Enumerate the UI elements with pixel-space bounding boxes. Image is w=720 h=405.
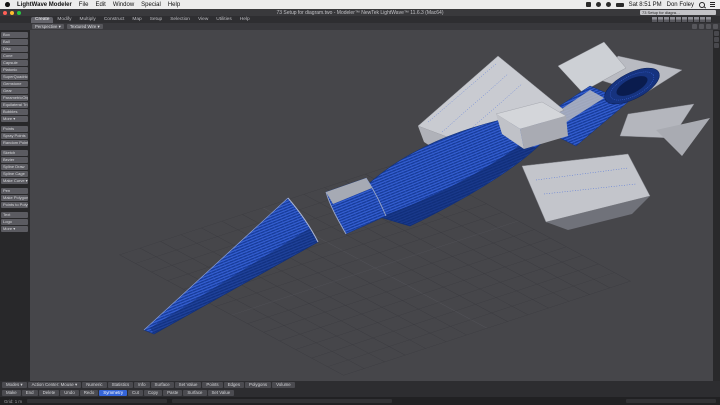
bottom-tool-row-2: MakeEndDeleteUndoRedoSymmetryCutCopyPast… <box>0 389 720 397</box>
tool-button[interactable]: Make Polygon <box>1 195 28 201</box>
bottom-tool-button[interactable]: End <box>22 390 38 396</box>
tool-button[interactable]: More ▾ <box>1 226 28 232</box>
bottom-tool-button[interactable]: Set Value <box>175 382 202 388</box>
tool-button[interactable]: Platonic <box>1 67 28 73</box>
tool-button[interactable]: Spline Cage <box>1 171 28 177</box>
tool-button[interactable]: Bezier <box>1 157 28 163</box>
tool-sidebar: BoxBallDiscConeCapsulePlatonicSuperQuadr… <box>0 30 30 381</box>
bottom-tool-button[interactable]: Cut <box>128 390 143 396</box>
window-title: 73 Setup for diagram.two - Modeler™ NewT… <box>0 10 720 16</box>
bottom-tool-button[interactable]: Redo <box>80 390 99 396</box>
viewport-nav-icons <box>692 24 718 29</box>
aircraft-model <box>144 42 710 334</box>
viewport-tool-row: Perspective ▾ Textured Wire ▾ <box>0 23 720 30</box>
bottom-tool-button[interactable]: Set Value <box>208 390 235 396</box>
tool-button[interactable]: Points <box>1 126 28 132</box>
perspective-viewport[interactable] <box>30 30 713 381</box>
edge-button[interactable] <box>714 37 719 42</box>
notification-center-icon[interactable] <box>710 2 715 7</box>
edge-button[interactable] <box>714 31 719 36</box>
spotlight-icon[interactable] <box>699 2 705 8</box>
tool-button[interactable]: SuperQuadric <box>1 74 28 80</box>
tool-button[interactable]: Logo <box>1 219 28 225</box>
tool-button[interactable]: Spline Draw <box>1 164 28 170</box>
bottom-tool-button[interactable]: Polygons <box>245 382 271 388</box>
right-edge-strip <box>713 30 720 381</box>
wifi-icon[interactable] <box>606 2 611 7</box>
tool-button[interactable]: Gemstone <box>1 81 28 87</box>
tool-button[interactable]: Spray Points <box>1 133 28 139</box>
tool-button[interactable]: Make Curve ▾ <box>1 178 28 184</box>
apple-menu-icon[interactable] <box>5 2 10 7</box>
zoom-icon[interactable] <box>706 24 711 29</box>
status-bar: Grid: 1 m <box>0 397 720 405</box>
menu-items: File Edit Window Special Help <box>79 2 180 8</box>
bluetooth-icon[interactable] <box>596 2 601 7</box>
menu-bar-user[interactable]: Don Foley <box>667 2 694 8</box>
edge-button[interactable] <box>714 43 719 48</box>
layer-buttons <box>652 17 712 22</box>
bottom-tool-button[interactable]: Statistics <box>108 382 134 388</box>
rotate-icon[interactable] <box>699 24 704 29</box>
bottom-tool-button[interactable]: Delete <box>39 390 60 396</box>
bottom-tool-button[interactable]: Points <box>202 382 222 388</box>
tool-button[interactable]: Sketch <box>1 150 28 156</box>
status-info-segment <box>626 399 716 403</box>
menu-bar-clock[interactable]: Sat 8:51 PM <box>629 2 662 8</box>
bottom-tool-button[interactable]: Symmetry <box>99 390 127 396</box>
maximize-view-icon[interactable] <box>713 24 718 29</box>
bottom-tool-button[interactable]: Surface <box>183 390 206 396</box>
tool-button[interactable]: Gear <box>1 88 28 94</box>
bottom-tool-button[interactable]: Paste <box>163 390 182 396</box>
tool-button[interactable]: Equilateral Tri <box>1 102 28 108</box>
tool-button[interactable]: Cone <box>1 53 28 59</box>
shading-mode-dropdown[interactable]: Textured Wire ▾ <box>67 24 103 29</box>
bottom-tool-button[interactable]: Edges <box>224 382 244 388</box>
bottom-tool-button[interactable]: Numeric <box>82 382 106 388</box>
tool-button[interactable]: Box <box>1 32 28 38</box>
tool-button[interactable]: Pen <box>1 188 28 194</box>
viewport-type-dropdown[interactable]: Perspective ▾ <box>32 24 64 29</box>
tool-button[interactable]: ParametricObj <box>1 95 28 101</box>
modeler-tab-bar: CreateModifyMultiplyConstructMapSetupSel… <box>0 16 720 23</box>
bottom-tool-button[interactable]: Modes ▾ <box>2 382 27 388</box>
window-title-bar: 73 Setup for diagram.two - Modeler™ NewT… <box>0 9 720 16</box>
bottom-tool-button[interactable]: Surface <box>151 382 174 388</box>
bottom-tool-button[interactable]: Make <box>2 390 21 396</box>
menu-item[interactable]: Window <box>113 2 134 8</box>
tool-button[interactable]: Points to Polys <box>1 202 28 208</box>
layer-cell[interactable] <box>706 17 712 22</box>
tool-button[interactable]: More ▾ <box>1 116 28 122</box>
status-info-segment <box>27 399 167 403</box>
bottom-tool-button[interactable]: Undo <box>60 390 79 396</box>
menu-item[interactable]: Help <box>168 2 180 8</box>
tool-button[interactable]: Disc <box>1 46 28 52</box>
viewport-canvas <box>30 30 713 381</box>
bottom-tool-button[interactable]: Info <box>134 382 149 388</box>
tool-button[interactable]: Capsule <box>1 60 28 66</box>
battery-icon[interactable] <box>616 3 624 7</box>
bottom-tool-row-1: Modes ▾Action Center: Mouse ▾NumericStat… <box>0 381 720 389</box>
secondary-window-title[interactable]: 73 Setup for diagra… <box>640 10 716 15</box>
menu-bar-status-area: Sat 8:51 PM Don Foley <box>586 2 715 8</box>
macos-menu-bar: LightWave Modeler File Edit Window Special H… <box>0 0 720 9</box>
app-menu-title[interactable]: LightWave Modeler <box>17 2 72 8</box>
status-info-segment <box>172 399 392 403</box>
menu-item[interactable]: Special <box>141 2 161 8</box>
pan-icon[interactable] <box>692 24 697 29</box>
bottom-tool-button[interactable]: Copy <box>144 390 162 396</box>
bottom-tool-button[interactable]: Action Center: Mouse ▾ <box>28 382 82 388</box>
tool-button[interactable]: Text <box>1 212 28 218</box>
tool-button[interactable]: Ball <box>1 39 28 45</box>
tool-button[interactable]: Random Points <box>1 140 28 146</box>
tool-button[interactable]: Bubbles <box>1 109 28 115</box>
menu-item[interactable]: Edit <box>95 2 105 8</box>
grid-size-label: Grid: 1 m <box>4 399 22 404</box>
display-icon[interactable] <box>586 2 591 7</box>
lightwave-modeler-screen: LightWave Modeler File Edit Window Special H… <box>0 0 720 405</box>
bottom-tool-button[interactable]: Volume <box>272 382 295 388</box>
menu-item[interactable]: File <box>79 2 89 8</box>
